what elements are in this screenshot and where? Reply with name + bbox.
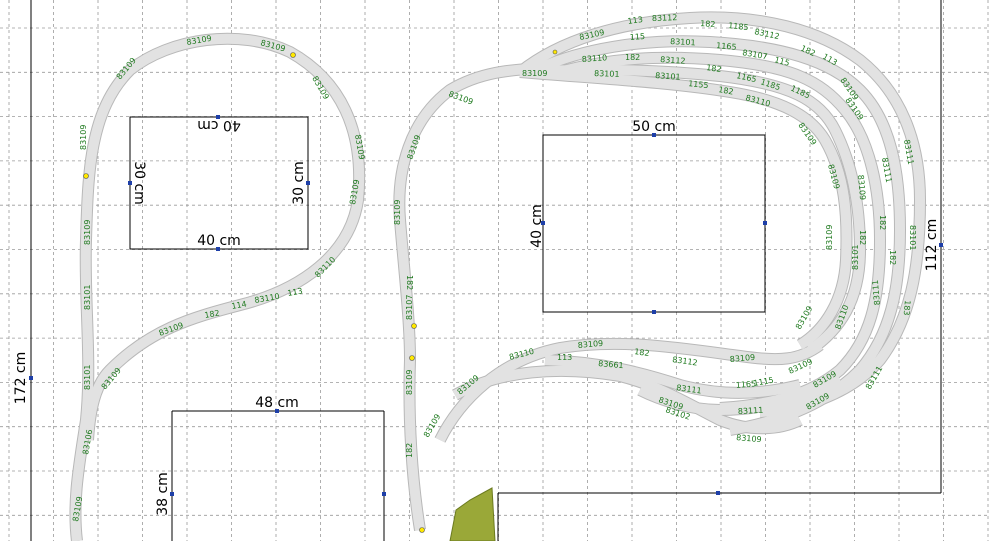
track-label: 83112 (672, 355, 698, 367)
bottom-box-top-dim: 48 cm (255, 395, 299, 411)
track-label: 83111 (738, 406, 764, 416)
large-box[interactable] (541, 133, 767, 314)
track-label: 83101 (594, 69, 620, 79)
layout-height-dim: 172 cm (13, 352, 29, 405)
track-label: 182 (888, 250, 897, 265)
track-label: 1185 (728, 21, 749, 32)
track-label: 83109 (405, 370, 414, 395)
track-label: 182 (405, 275, 414, 290)
track-label: 83101 (851, 245, 860, 270)
track-label: 83101 (655, 71, 681, 82)
track-label: 83109 (825, 225, 834, 250)
track-label: 83109 (447, 89, 474, 106)
track-label: 83109 (79, 125, 88, 150)
track-left-loop-edge (69, 32, 366, 541)
small-box[interactable] (128, 115, 310, 251)
track-label: 83101 (908, 225, 917, 250)
small-box-right-dim: 30 cm (291, 161, 307, 205)
track-label: 182 (878, 215, 887, 230)
track-label: 182 (405, 443, 414, 458)
track-label: 83109 (736, 433, 762, 444)
track-label: 83101 (83, 285, 92, 310)
track-label: 182 (858, 230, 867, 245)
large-box-left-dim: 40 cm (529, 204, 545, 248)
small-box-top-dim: 40 cm (197, 117, 241, 133)
track-label: 182 (634, 347, 650, 358)
track-left-loop[interactable] (70, 33, 365, 541)
bottom-box-left-dim: 38 cm (155, 472, 171, 516)
track-label: 115 (630, 32, 646, 42)
track-label: 113 (287, 286, 304, 298)
track-label: 83109 (393, 200, 402, 225)
track-plan[interactable]: 40 cm 40 cm 30 cm 30 cm 50 cm 40 cm 48 c… (0, 0, 989, 541)
scenery-tree[interactable] (449, 487, 496, 541)
track-label: 182 (625, 53, 640, 62)
small-box-bottom-dim: 40 cm (197, 233, 241, 249)
track-label: 83109 (522, 69, 547, 78)
track-label: 113 (557, 353, 572, 362)
track-pieces[interactable] (69, 11, 927, 541)
large-box-top-dim: 50 cm (632, 119, 676, 135)
track-label: 1165 (716, 41, 737, 52)
track-label: 83107 (405, 295, 414, 320)
layout-canvas[interactable]: 40 cm 40 cm 30 cm 30 cm 50 cm 40 cm 48 c… (0, 0, 989, 541)
track-label: 83109 (794, 304, 815, 331)
track-label: 83110 (582, 53, 608, 64)
track-labels: 83109 83109 83109 83109 83109 83109 8310… (71, 13, 917, 522)
track-label: 182 (204, 308, 221, 320)
bottom-box[interactable] (170, 409, 386, 541)
right-section-height-dim: 112 cm (924, 219, 940, 272)
track-label: 83101 (83, 365, 92, 390)
track-label: 83101 (670, 37, 696, 47)
track-label: 83112 (660, 55, 686, 66)
track-fan-5[interactable] (519, 67, 852, 350)
track-label: 83109 (83, 220, 92, 245)
track-label: 183 (902, 300, 912, 316)
track-label: 83112 (652, 13, 678, 23)
small-box-left-dim: 30 cm (131, 161, 147, 205)
track-label: 182 (700, 19, 716, 29)
